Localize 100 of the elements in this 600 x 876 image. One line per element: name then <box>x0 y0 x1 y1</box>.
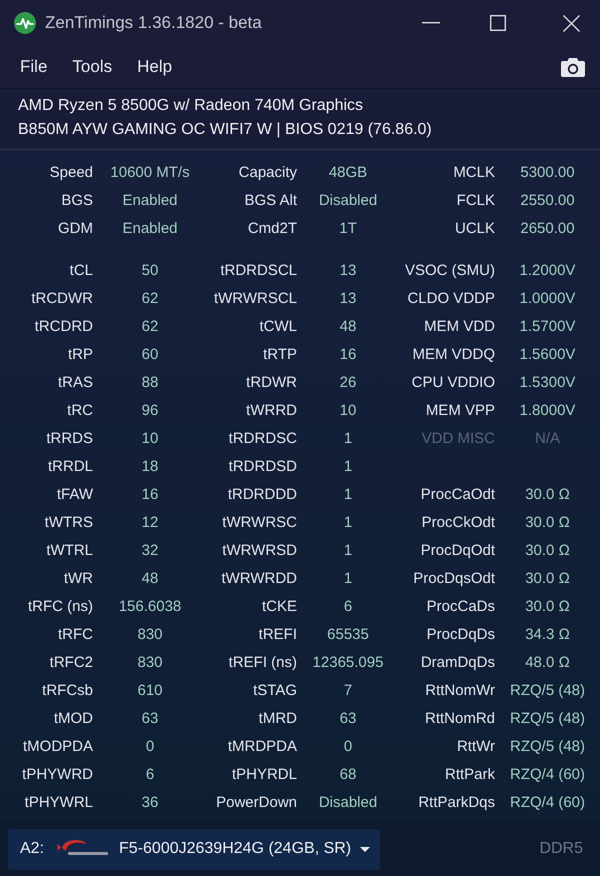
setting-label: DramDqDs <box>420 654 495 671</box>
setting-label: tRP <box>68 346 93 363</box>
pulse-icon <box>14 12 36 34</box>
setting-label: MEM VDD <box>424 318 495 335</box>
setting-value: 1.8000V <box>520 402 576 419</box>
setting-value: Disabled <box>318 192 378 209</box>
setting-value: 68 <box>340 766 356 783</box>
setting-label: tRFC <box>58 626 93 643</box>
setting-label: tRFC2 <box>50 654 93 671</box>
setting-value: 16 <box>340 346 356 363</box>
setting-value: 30.0 Ω <box>525 598 570 615</box>
setting-value: 30.0 Ω <box>525 514 570 531</box>
setting-value: 1T <box>339 220 357 237</box>
setting-label: MCLK <box>453 164 495 181</box>
memory-type: DDR5 <box>539 839 583 859</box>
setting-label: PowerDown <box>216 794 297 811</box>
setting-label: tMRDPDA <box>228 738 297 755</box>
setting-label: tRCDWR <box>31 290 93 307</box>
setting-label: tRC <box>67 402 93 419</box>
setting-value: 830 <box>137 626 163 643</box>
setting-label: VSOC (SMU) <box>405 262 495 279</box>
setting-label: tCKE <box>262 598 297 615</box>
setting-value: 1.5600V <box>520 346 576 363</box>
setting-value: 12 <box>142 514 158 531</box>
setting-label: RttWr <box>456 738 495 755</box>
setting-value: 60 <box>142 346 158 363</box>
menu-item[interactable]: Tools <box>64 52 120 82</box>
setting-label: tRCDRD <box>34 318 93 335</box>
setting-value: 830 <box>137 654 163 671</box>
setting-value: 1.5300V <box>520 374 576 391</box>
setting-label: tRRDL <box>48 458 93 475</box>
setting-label: tSTAG <box>253 682 297 699</box>
setting-value: 1.0000V <box>520 290 576 307</box>
camera-icon <box>561 57 585 77</box>
setting-value: 5300.00 <box>520 164 575 181</box>
setting-label: tPHYWRL <box>24 794 93 811</box>
setting-label: ProcDqDs <box>426 626 495 643</box>
setting-label: VDD MISC <box>422 430 495 447</box>
setting-value: Disabled <box>318 794 378 811</box>
setting-label: tRDWR <box>246 374 297 391</box>
setting-value: 13 <box>340 290 356 307</box>
setting-value: 1 <box>344 458 352 475</box>
setting-label: MEM VDDQ <box>412 346 495 363</box>
setting-value: 48 <box>340 318 356 335</box>
setting-value: 2550.00 <box>520 192 575 209</box>
setting-value: 1 <box>344 514 352 531</box>
setting-value: 6 <box>146 766 154 783</box>
setting-value: 62 <box>142 318 158 335</box>
setting-value: 30.0 Ω <box>525 570 570 587</box>
setting-value: 610 <box>137 682 163 699</box>
menu-item[interactable]: Help <box>129 52 180 82</box>
setting-label: ProcCaDs <box>426 598 495 615</box>
setting-label: tPHYWRD <box>22 766 93 783</box>
setting-value: 13 <box>340 262 356 279</box>
setting-label: tWRWRSD <box>222 542 297 559</box>
setting-value: 32 <box>142 542 158 559</box>
setting-value: RZQ/5 (48) <box>510 738 585 755</box>
setting-value: 50 <box>142 262 158 279</box>
setting-value: Enabled <box>122 192 178 209</box>
setting-value: 63 <box>340 710 356 727</box>
setting-value: 63 <box>142 710 158 727</box>
setting-label: tWTRS <box>44 514 93 531</box>
setting-label: Cmd2T <box>248 220 297 237</box>
setting-label: RttNomRd <box>424 710 495 727</box>
setting-value: 30.0 Ω <box>525 542 570 559</box>
setting-label: RttParkDqs <box>418 794 495 811</box>
setting-label: MEM VPP <box>426 402 495 419</box>
setting-label: GDM <box>58 220 93 237</box>
setting-label: tREFI (ns) <box>228 654 297 671</box>
setting-label: tRDRDSCL <box>220 262 297 279</box>
setting-label: tCWL <box>260 318 297 335</box>
setting-label: tWRWRDD <box>221 570 297 587</box>
setting-value: 18 <box>142 458 158 475</box>
setting-label: tCL <box>70 262 93 279</box>
setting-value: 156.6038 <box>118 598 182 615</box>
setting-label: tWTRL <box>46 542 93 559</box>
setting-value: 26 <box>340 374 356 391</box>
setting-value: 10 <box>142 430 158 447</box>
setting-value: 30.0 Ω <box>525 486 570 503</box>
setting-value: RZQ/5 (48) <box>510 710 585 727</box>
setting-value: 1 <box>344 486 352 503</box>
module-dropdown[interactable]: A2: F5-6000J2639H24G (24GB, SR) <box>8 828 380 870</box>
setting-label: tMODPDA <box>22 738 93 755</box>
setting-label: ProcDqOdt <box>420 542 495 559</box>
menu-item[interactable]: File <box>12 52 56 82</box>
setting-value: 10 <box>340 402 356 419</box>
setting-value: 48.0 Ω <box>525 654 570 671</box>
setting-label: tWR <box>64 570 93 587</box>
setting-label: tRRDS <box>46 430 93 447</box>
setting-label: ProcCkOdt <box>422 514 495 531</box>
setting-label: tRFC (ns) <box>28 598 93 615</box>
setting-value: 0 <box>146 738 154 755</box>
setting-value: 96 <box>142 402 158 419</box>
setting-label: RttNomWr <box>425 682 495 699</box>
setting-value: 7 <box>344 682 352 699</box>
setting-value: RZQ/4 (60) <box>510 794 585 811</box>
setting-value: 0 <box>344 738 352 755</box>
setting-value: 2650.00 <box>520 220 575 237</box>
setting-value: 16 <box>142 486 158 503</box>
setting-label: tREFI <box>258 626 297 643</box>
